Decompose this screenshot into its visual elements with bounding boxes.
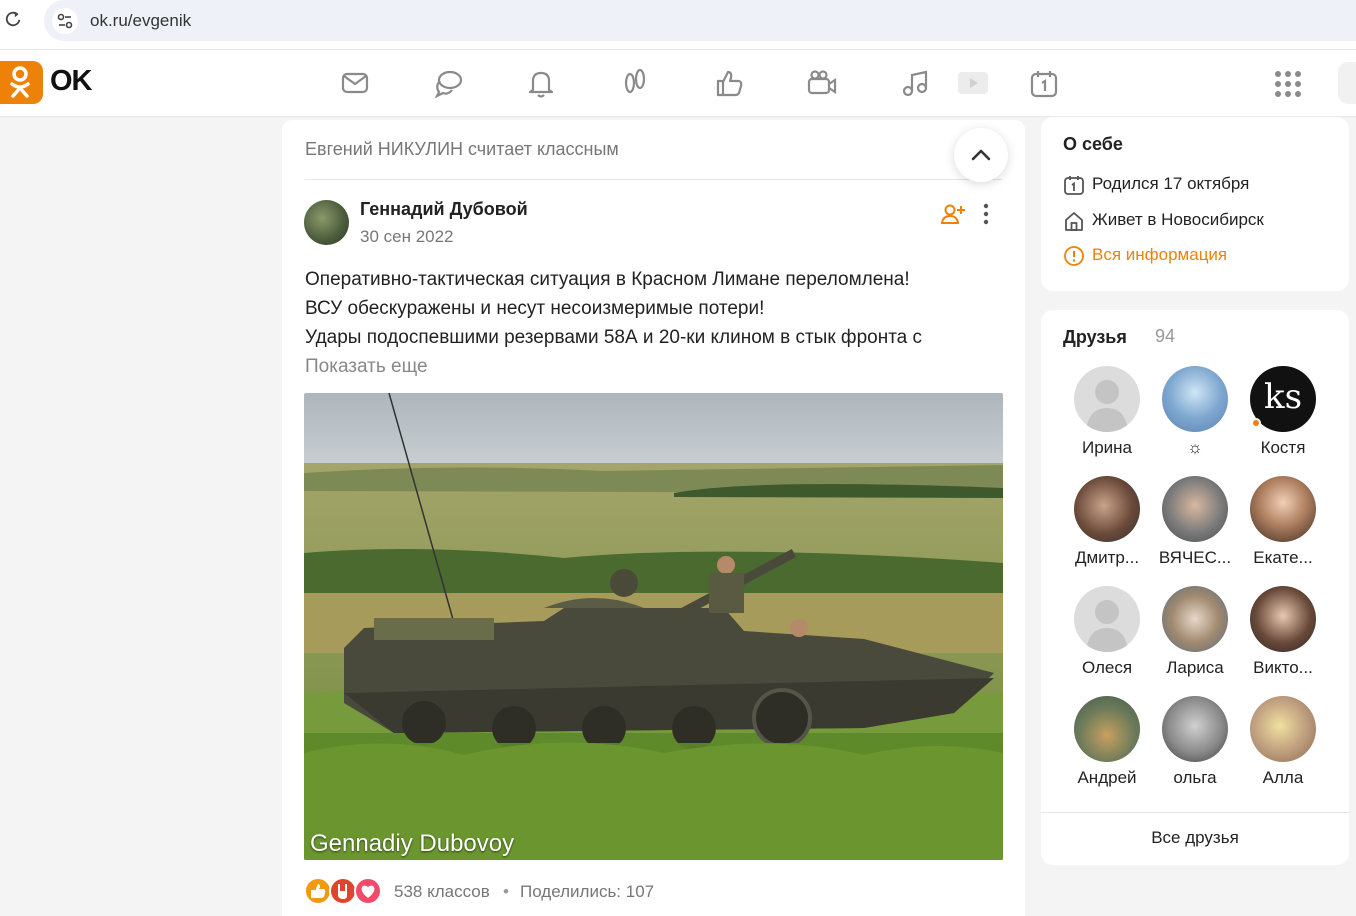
notifications-icon[interactable] bbox=[524, 66, 558, 100]
friend-item[interactable]: Дмитр... bbox=[1067, 476, 1147, 576]
friend-item[interactable]: Лариса bbox=[1155, 586, 1235, 686]
url-text[interactable]: ok.ru/evgenik bbox=[90, 11, 191, 31]
friend-item[interactable]: ольга bbox=[1155, 696, 1235, 796]
post-line: ВСУ обескуражены и несут несоизмеримые п… bbox=[305, 298, 765, 319]
friends-count: 94 bbox=[1155, 326, 1176, 346]
friend-item[interactable]: Викто... bbox=[1243, 586, 1323, 686]
friend-item[interactable]: Андрей bbox=[1067, 696, 1147, 796]
friend-name: Викто... bbox=[1253, 658, 1313, 677]
post-author[interactable]: Геннадий Дубовой bbox=[360, 199, 528, 220]
online-indicator bbox=[1251, 418, 1261, 428]
feed-card: Евгений НИКУЛИН считает классным Геннади… bbox=[282, 120, 1025, 916]
collapse-button[interactable] bbox=[954, 128, 1008, 182]
discussions-icon[interactable] bbox=[431, 66, 465, 100]
friend-name: ВЯЧЕС... bbox=[1158, 548, 1232, 567]
calendar-icon bbox=[1064, 176, 1084, 195]
avatar-initials: ks bbox=[1263, 377, 1303, 417]
author-avatar[interactable] bbox=[304, 200, 349, 245]
site-header: OK bbox=[0, 50, 1356, 116]
friend-item[interactable]: Алла bbox=[1243, 696, 1323, 796]
apps-grid-icon[interactable] bbox=[1274, 70, 1302, 98]
love-reaction-icon bbox=[354, 877, 382, 905]
about-title: О себе bbox=[1063, 134, 1123, 154]
site-settings-icon[interactable] bbox=[52, 8, 78, 34]
friend-item[interactable]: Олеся bbox=[1067, 586, 1147, 686]
post-line: Удары подоспевшими резервами 58А и 20-ки… bbox=[305, 327, 923, 348]
marks-icon[interactable] bbox=[712, 66, 746, 100]
video-icon[interactable] bbox=[955, 66, 989, 100]
stats-separator: • bbox=[503, 882, 509, 901]
friend-avatar bbox=[1162, 586, 1228, 652]
likes-count[interactable]: 538 классов bbox=[394, 882, 490, 902]
location-text: Живет в Новосибирск bbox=[1092, 210, 1264, 229]
friends-card: Друзья 94 Ирина ☼ ks Костя Дмитр... ВЯЧЕ… bbox=[1041, 310, 1349, 865]
friend-avatar bbox=[1162, 366, 1228, 432]
messages-icon[interactable] bbox=[338, 66, 372, 100]
home-icon bbox=[1065, 212, 1083, 231]
post-line: Оперативно-тактическая ситуация в Красно… bbox=[305, 269, 910, 290]
photo-watermark: Gennadiy Dubovoy bbox=[310, 830, 515, 857]
friend-item[interactable]: ВЯЧЕС... bbox=[1155, 476, 1235, 576]
show-more-link[interactable]: Показать еще bbox=[305, 356, 428, 378]
friend-name: ольга bbox=[1173, 768, 1217, 787]
ok-logo-text[interactable]: OK bbox=[50, 65, 92, 98]
friend-name: Екате... bbox=[1253, 548, 1313, 567]
header-action-button[interactable] bbox=[1338, 62, 1356, 104]
post-photo[interactable]: Gennadiy Dubovoy bbox=[304, 393, 1003, 860]
shares-count[interactable]: Поделились: 107 bbox=[520, 882, 654, 902]
reload-icon[interactable] bbox=[4, 10, 22, 28]
friend-avatar bbox=[1162, 696, 1228, 762]
friend-item[interactable]: ☼ bbox=[1155, 366, 1235, 466]
events-icon[interactable] bbox=[1027, 66, 1061, 100]
friend-name: Ирина bbox=[1081, 438, 1132, 457]
post-date[interactable]: 30 сен 2022 bbox=[360, 227, 454, 247]
add-friend-icon[interactable] bbox=[940, 202, 966, 226]
friends-title[interactable]: Друзья bbox=[1063, 327, 1127, 348]
friend-item[interactable]: Ирина bbox=[1067, 366, 1147, 466]
more-options-icon[interactable] bbox=[976, 202, 996, 226]
friend-item[interactable]: Екате... bbox=[1243, 476, 1323, 576]
friend-avatar bbox=[1074, 366, 1140, 432]
friend-name: ☼ bbox=[1187, 438, 1203, 457]
friend-name: Дмитр... bbox=[1074, 548, 1140, 567]
friend-avatar bbox=[1250, 696, 1316, 762]
friend-name: Андрей bbox=[1077, 768, 1137, 787]
friend-name: Алла bbox=[1262, 768, 1304, 787]
info-icon bbox=[1064, 246, 1084, 266]
rock-reaction-icon bbox=[329, 877, 357, 905]
post-text: Оперативно-тактическая ситуация в Красно… bbox=[305, 265, 995, 352]
guests-icon[interactable] bbox=[618, 66, 652, 100]
chevron-up-icon bbox=[971, 149, 991, 161]
divider bbox=[305, 179, 1002, 180]
about-card: О себе Родился 17 октября Живет в Новоси… bbox=[1041, 117, 1349, 291]
friend-avatar bbox=[1074, 476, 1140, 542]
friend-avatar bbox=[1250, 586, 1316, 652]
friend-avatar bbox=[1250, 476, 1316, 542]
friend-avatar bbox=[1162, 476, 1228, 542]
friend-name: Лариса bbox=[1166, 658, 1224, 677]
friend-avatar bbox=[1074, 586, 1140, 652]
browser-address-bar: ok.ru/evgenik bbox=[0, 0, 1356, 50]
friend-avatar bbox=[1074, 696, 1140, 762]
url-box[interactable]: ok.ru/evgenik bbox=[44, 0, 1356, 41]
ok-logo-icon[interactable] bbox=[0, 61, 43, 104]
friend-name: Олеся bbox=[1081, 658, 1133, 677]
friend-item[interactable]: ks Костя bbox=[1243, 366, 1323, 466]
video-call-icon[interactable] bbox=[805, 66, 839, 100]
divider bbox=[1041, 812, 1349, 813]
like-reaction-icon bbox=[304, 877, 332, 905]
friend-name: Костя bbox=[1260, 438, 1306, 457]
feed-activity-header[interactable]: Евгений НИКУЛИН считает классным bbox=[305, 139, 619, 160]
all-friends-link[interactable]: Все друзья bbox=[1041, 828, 1349, 848]
all-info-text[interactable]: Вся информация bbox=[1092, 245, 1227, 265]
birthday-text: Родился 17 октября bbox=[1092, 174, 1250, 193]
music-icon[interactable] bbox=[898, 66, 932, 100]
